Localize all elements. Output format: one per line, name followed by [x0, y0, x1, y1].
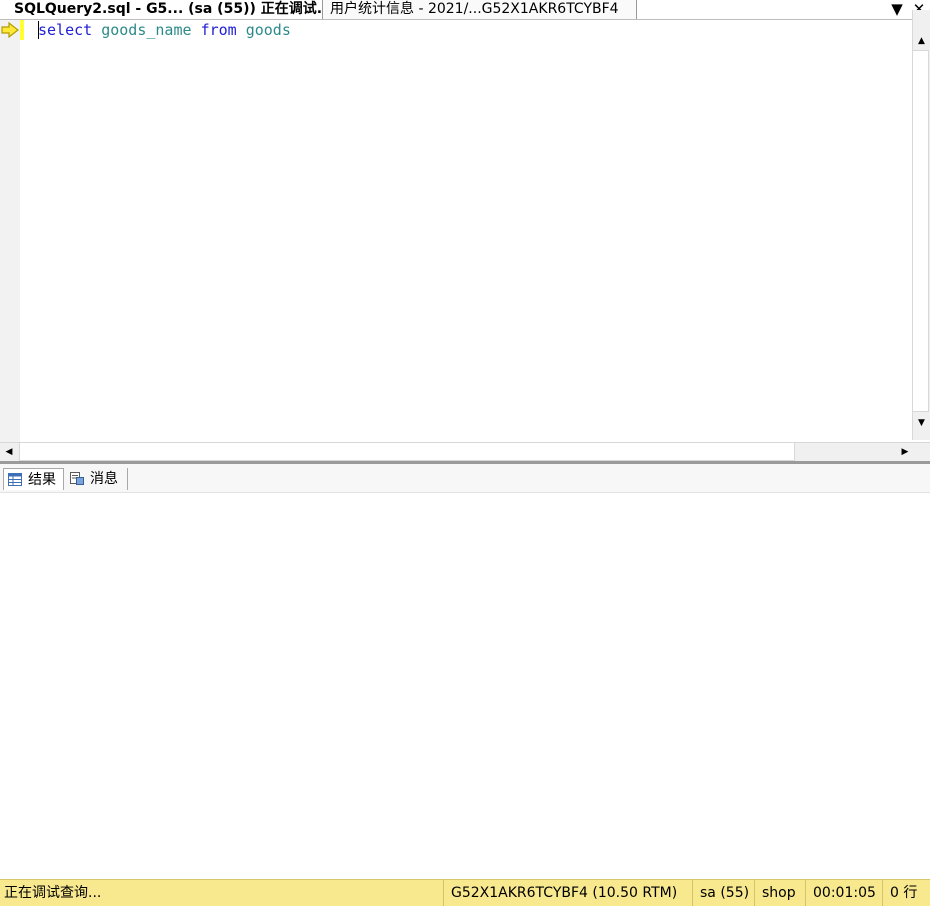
- scroll-left-icon[interactable]: ◀: [0, 443, 18, 461]
- messages-icon: [70, 472, 84, 485]
- tab-messages[interactable]: 消息: [66, 468, 128, 490]
- row-count: 0 行: [882, 880, 930, 906]
- keyword-token: from: [200, 21, 237, 39]
- user-info: sa (55): [692, 880, 754, 906]
- window-bottom-edge: [0, 906, 930, 911]
- identifier-token: goods: [245, 21, 291, 39]
- elapsed-time: 00:01:05: [805, 880, 882, 906]
- horizontal-scroll-thumb[interactable]: [19, 443, 795, 461]
- editor-horizontal-scrollbar[interactable]: ◀ ▶: [0, 442, 930, 461]
- status-bar: 正在调试查询... G52X1AKR6TCYBF4 (10.50 RTM) sa…: [0, 879, 930, 906]
- tab-sqlquery2[interactable]: SQLQuery2.sql - G5... (sa (55)) 正在调试...*: [0, 0, 322, 19]
- code-line-1[interactable]: select goods_name from goods: [38, 20, 291, 40]
- tab-list-dropdown-icon[interactable]: ▼: [886, 0, 908, 19]
- tab-results[interactable]: 结果: [3, 468, 64, 490]
- scroll-up-icon[interactable]: ▲: [913, 32, 930, 50]
- identifier-token: goods_name: [101, 21, 192, 39]
- document-tab-strip: SQLQuery2.sql - G5... (sa (55)) 正在调试...*…: [0, 0, 930, 20]
- tab-messages-label: 消息: [90, 471, 118, 487]
- text-caret: [38, 21, 39, 39]
- results-pane[interactable]: [0, 493, 930, 879]
- server-info: G52X1AKR6TCYBF4 (10.50 RTM): [443, 880, 692, 906]
- database-name: shop: [754, 880, 805, 906]
- execution-arrow-icon: [1, 22, 19, 38]
- vertical-scroll-thumb[interactable]: [913, 50, 929, 412]
- grid-icon: [8, 473, 22, 486]
- query-editor[interactable]: select goods_name from goods: [0, 20, 930, 442]
- scroll-right-icon[interactable]: ▶: [896, 443, 914, 461]
- scroll-down-icon[interactable]: ▼: [913, 414, 930, 432]
- editor-vertical-scrollbar[interactable]: ▲ ▼: [912, 10, 930, 440]
- tab-user-statistics[interactable]: 用户统计信息 - 2021/...G52X1AKR6TCYBF4: [322, 0, 637, 19]
- current-statement-marker: [20, 20, 24, 40]
- editor-gutter: [0, 20, 20, 442]
- tab-results-label: 结果: [28, 472, 56, 488]
- query-status-text: 正在调试查询...: [4, 885, 102, 901]
- results-tab-strip: 结果 消息: [0, 464, 930, 493]
- keyword-token: select: [38, 21, 93, 39]
